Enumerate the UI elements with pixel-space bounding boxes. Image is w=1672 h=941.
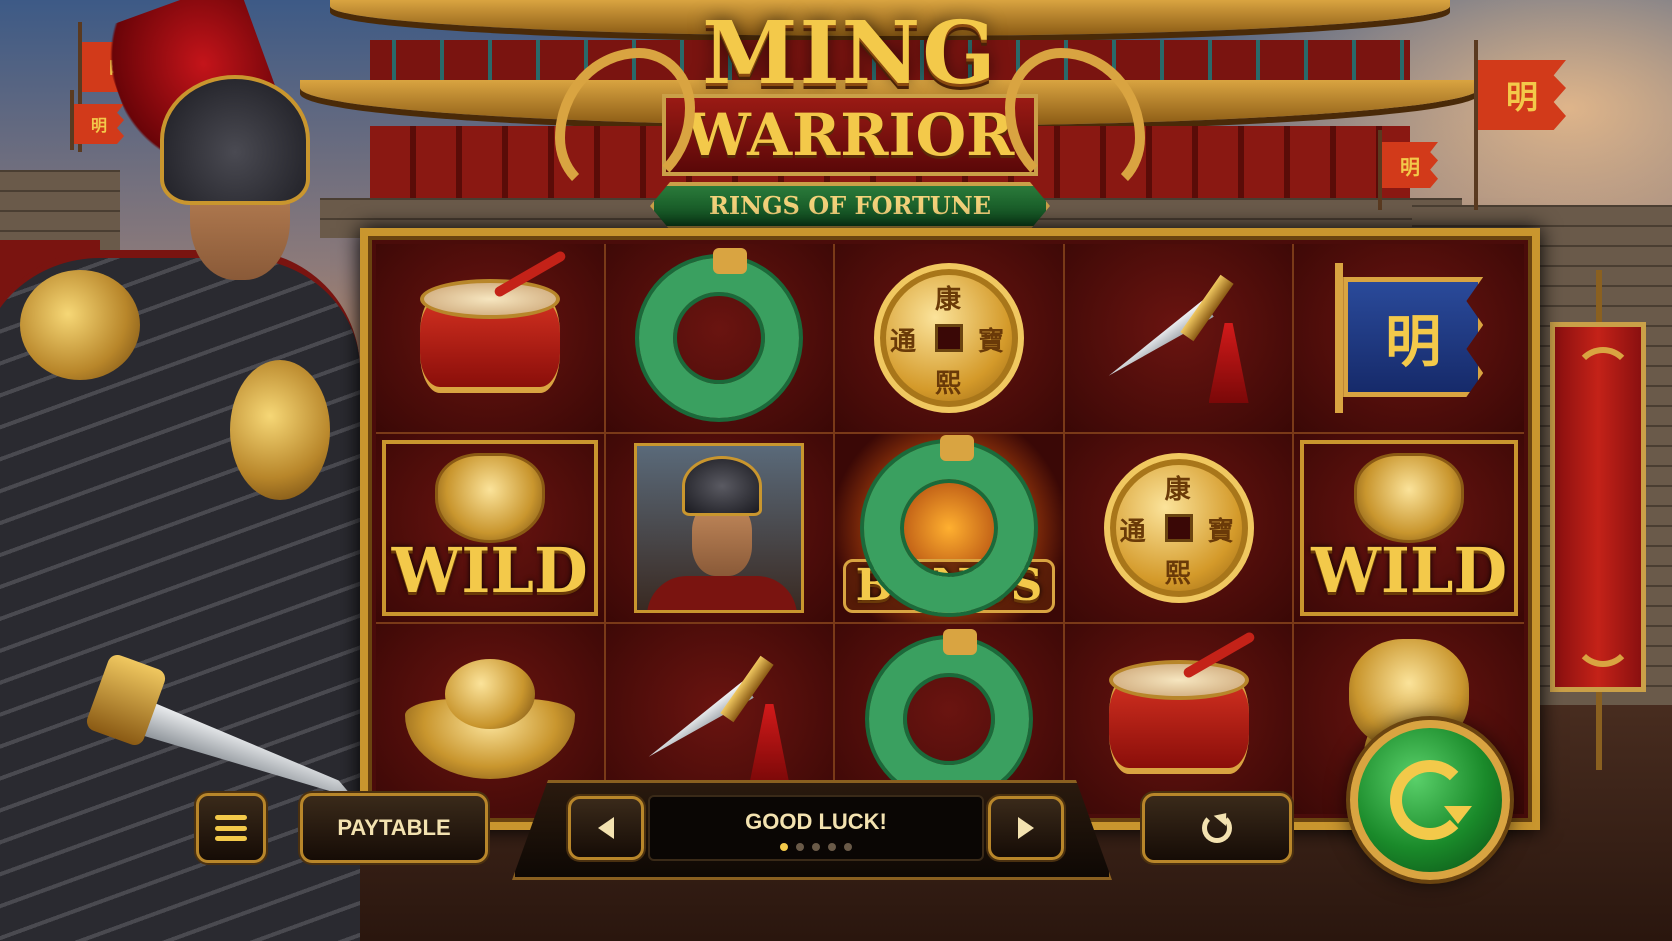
reel-cell: WILD <box>1294 434 1524 624</box>
page-dot[interactable] <box>796 843 804 851</box>
gold-coin-icon: 康 通 寶 熙 <box>873 263 1024 413</box>
reel-cell: 康 通 寶 熙 <box>1064 434 1295 624</box>
previous-button[interactable] <box>568 796 644 860</box>
page-dot[interactable] <box>828 843 836 851</box>
spin-button[interactable] <box>1350 720 1510 880</box>
reel-cell: 明 <box>1294 244 1524 434</box>
message-text: GOOD LUCK! <box>745 809 887 834</box>
reel-cell: WILD <box>376 434 606 624</box>
wild-symbol: WILD <box>392 453 588 603</box>
spin-arrow-icon <box>1390 760 1472 840</box>
page-dot[interactable] <box>812 843 820 851</box>
dagger-icon <box>629 644 809 794</box>
refresh-icon <box>1202 813 1232 843</box>
message-page-dots <box>650 843 982 851</box>
logo-title-line2: WARRIOR <box>661 94 1039 176</box>
autoplay-button[interactable] <box>1142 793 1292 863</box>
page-dot[interactable] <box>844 843 852 851</box>
bonus-symbol: BONUS <box>842 435 1056 613</box>
page-dot[interactable] <box>780 843 788 851</box>
gold-coin-icon: 康 通 寶 熙 <box>1103 453 1254 603</box>
ming-flag-icon: 明 <box>1329 263 1489 413</box>
reel-cell <box>376 244 606 434</box>
drum-icon <box>1099 630 1259 784</box>
jade-ring-icon <box>868 629 1029 799</box>
reel-cell <box>605 244 836 434</box>
jade-ring-icon <box>863 435 1034 613</box>
dagger-icon <box>1089 263 1269 413</box>
logo-subtitle: RINGS OF FORTUNE <box>650 182 1050 230</box>
reel-cell: BONUS <box>835 434 1065 624</box>
reel-cell <box>1064 624 1295 814</box>
message-display: GOOD LUCK! <box>648 795 984 861</box>
paytable-button[interactable]: PAYTABLE <box>300 793 488 863</box>
dragon-mask-icon <box>1354 453 1465 543</box>
wild-label: WILD <box>391 534 588 607</box>
gold-ingot-icon <box>404 659 575 779</box>
warrior-chest-medallion <box>230 360 330 500</box>
reel-cell: 康 通 寶 熙 <box>835 244 1065 434</box>
warrior-portrait-icon <box>634 443 805 613</box>
menu-button[interactable] <box>196 793 266 863</box>
reel-grid: 康 通 寶 熙 明 WILD BONUS 康 通 寶 熙 WILD <box>376 244 1524 814</box>
jade-ring-icon <box>639 248 800 418</box>
warrior-shoulder-guard <box>20 270 140 380</box>
next-button[interactable] <box>988 796 1064 860</box>
dragon-banner <box>1550 322 1646 692</box>
game-logo: MING WARRIOR RINGS OF FORTUNE <box>555 8 1145 238</box>
arrow-left-icon <box>598 817 614 839</box>
dragon-mask-icon <box>434 453 545 543</box>
drum-icon <box>410 249 570 403</box>
wild-symbol: WILD <box>1311 453 1507 603</box>
dragon-icon <box>1573 347 1633 667</box>
arrow-right-icon <box>1018 817 1034 839</box>
reel-cell <box>1064 244 1295 434</box>
reel-frame: 康 通 寶 熙 明 WILD BONUS 康 通 寶 熙 WILD <box>360 228 1540 830</box>
wild-label: WILD <box>1311 534 1508 607</box>
warrior-helmet <box>160 75 310 205</box>
hamburger-menu-icon <box>215 815 247 841</box>
reel-cell <box>605 434 836 624</box>
